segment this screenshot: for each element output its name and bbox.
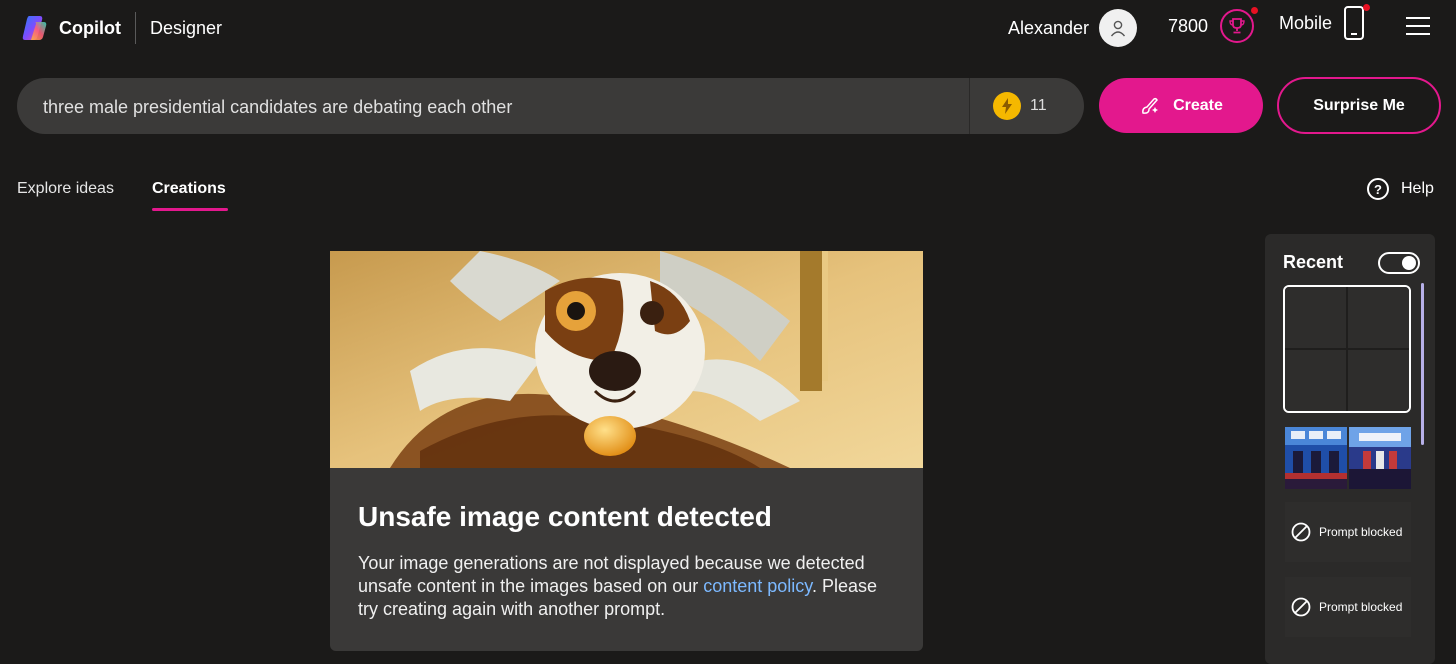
help-icon: ? — [1367, 178, 1389, 200]
recent-item-blocked[interactable]: Prompt blocked — [1285, 577, 1411, 637]
notification-dot — [1251, 7, 1259, 14]
mobile-label: Mobile — [1279, 12, 1333, 33]
app-name: Copilot — [59, 17, 121, 38]
card-title: Unsafe image content detected — [358, 501, 772, 532]
boost-bolt-icon — [993, 92, 1021, 120]
recent-item-blocked[interactable]: Prompt blocked — [1285, 502, 1411, 562]
active-tab-indicator — [152, 208, 228, 211]
blocked-label: Prompt blocked — [1319, 600, 1403, 614]
hamburger-menu-icon[interactable] — [1406, 17, 1430, 35]
create-button[interactable]: Create — [1099, 78, 1263, 133]
content-policy-link[interactable]: content policy — [703, 576, 812, 596]
recent-item-images[interactable] — [1285, 427, 1411, 489]
tab-explore-ideas[interactable]: Explore ideas — [17, 180, 114, 198]
debate-thumbnail-1 — [1285, 427, 1347, 489]
phone-icon — [1344, 4, 1371, 40]
recent-scrollbar[interactable] — [1421, 283, 1424, 445]
blocked-icon — [1291, 522, 1311, 542]
avatar[interactable] — [1099, 9, 1138, 47]
toggle-knob — [1402, 256, 1416, 270]
blocked-label: Prompt blocked — [1319, 525, 1403, 539]
prompt-divider — [969, 78, 970, 134]
recent-panel: Recent Prompt blocked Prompt blocked — [1265, 234, 1435, 664]
create-label: Create — [1173, 96, 1223, 114]
help-link[interactable]: ? Help — [1367, 178, 1434, 200]
tab-creations[interactable]: Creations — [152, 180, 226, 198]
unsafe-content-card: Unsafe image content detected Your image… — [330, 251, 923, 651]
recent-item-selected[interactable] — [1283, 285, 1411, 413]
trophy-glyph-icon — [1229, 18, 1245, 34]
blocked-icon — [1291, 597, 1311, 617]
notification-dot — [1363, 4, 1371, 11]
help-label: Help — [1401, 180, 1434, 197]
copilot-logo-icon — [22, 16, 47, 40]
user-name: Alexander — [1008, 17, 1090, 38]
prompt-bar: 11 — [17, 78, 1084, 136]
surprise-me-button[interactable]: Surprise Me — [1277, 77, 1441, 134]
top-bar: Copilot Designer Alexander 7800 Mobile — [0, 0, 1456, 52]
debate-thumbnail-2 — [1349, 427, 1411, 489]
rewards[interactable]: 7800 — [1168, 7, 1259, 43]
brand-divider — [134, 12, 136, 44]
mobile-link[interactable]: Mobile — [1279, 4, 1371, 40]
card-body: Your image generations are not displayed… — [358, 552, 898, 621]
boost-count: 11 — [1030, 97, 1047, 114]
recent-title: Recent — [1283, 252, 1344, 272]
points-count: 7800 — [1168, 15, 1209, 36]
user-icon — [1111, 20, 1126, 37]
boosts[interactable]: 11 — [993, 92, 1047, 120]
prompt-input[interactable] — [41, 78, 965, 136]
app-subname: Designer — [149, 17, 223, 38]
brush-icon — [1142, 97, 1159, 114]
brand[interactable]: Copilot Designer — [20, 12, 222, 44]
blocked-placeholder-image — [330, 251, 923, 468]
recent-toggle[interactable] — [1378, 252, 1420, 274]
trophy-icon[interactable] — [1220, 7, 1259, 43]
user-profile[interactable]: Alexander — [1008, 9, 1138, 47]
